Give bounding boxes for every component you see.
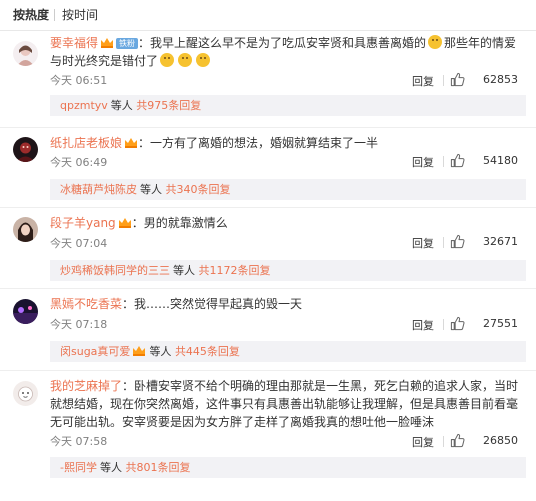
reply-button[interactable]: 回复 [412, 235, 434, 251]
sub-reply-user[interactable]: 冰糖葫芦炖陈皮 [60, 183, 137, 196]
avatar[interactable] [13, 137, 38, 162]
like-count: 26850 [483, 434, 518, 447]
candle-emoji-icon [178, 53, 193, 67]
sub-reply-user[interactable]: qpzmtyv [60, 99, 108, 112]
avatar[interactable] [13, 299, 38, 324]
sub-reply-count-link[interactable]: 共1172条回复 [199, 264, 271, 277]
avatar[interactable] [13, 381, 38, 406]
sub-replies-bar[interactable]: qpzmtyv 等人 共975条回复 [50, 95, 526, 116]
thumbs-up-icon [450, 234, 465, 249]
reply-button[interactable]: 回复 [412, 434, 434, 450]
sub-reply-label: 等人 [173, 264, 195, 277]
candle-emoji-icon [196, 53, 211, 67]
comment-username[interactable]: 我的芝麻掉了 [50, 379, 122, 393]
like-button[interactable]: 62853 [450, 72, 518, 88]
fan-badge: 铁粉 [116, 38, 139, 49]
vip-crown-icon [132, 342, 146, 356]
comment-time: 今天 07:58 [50, 435, 108, 448]
like-button[interactable]: 54180 [450, 153, 518, 169]
avatar[interactable] [13, 41, 38, 66]
sub-reply-count-link[interactable]: 共801条回复 [125, 461, 190, 474]
comment-username[interactable]: 要幸福得 [50, 36, 98, 50]
sub-replies-bar[interactable]: 冰糖葫芦炖陈皮 等人 共340条回复 [50, 179, 526, 200]
sub-replies-bar[interactable]: 闵suga真可爱 等人 共445条回复 [50, 341, 526, 362]
sort-by-time-tab[interactable]: 按时间 [62, 8, 98, 22]
comment-text: ：一方有了离婚的想法，婚姻就算结束了一半 [138, 136, 379, 150]
sub-reply-label: 等人 [149, 345, 172, 358]
reply-button[interactable]: 回复 [412, 73, 434, 89]
comment-content: 段子羊yang ：男的就靠激情么 [50, 214, 526, 232]
action-divider [443, 436, 444, 447]
comment-time: 今天 06:49 [50, 156, 108, 169]
comment-item: 我的芝麻掉了：卧槽安宰贤不给个明确的理由那就是一生黑，死乞白赖的追求人家，当时就… [0, 371, 536, 501]
comment-item: 段子羊yang ：男的就靠激情么 今天 07:04 回复 32671 炒鸡稀饭韩同… [0, 208, 536, 289]
comment-content: 要幸福得 铁粉 ：我早上醒这么早不是为了吃瓜安宰贤和具惠善离婚的 那些年的情爱与时光终… [50, 34, 526, 70]
comment-item: 要幸福得 铁粉 ：我早上醒这么早不是为了吃瓜安宰贤和具惠善离婚的 那些年的情爱与时光终… [0, 31, 536, 128]
comment-item: 黑嫣不吃香菜：我……突然觉得早起真的毁一天 今天 07:18 回复 27551 … [0, 289, 536, 371]
sub-reply-label: 等人 [140, 183, 162, 196]
comment-content: 纸扎店老板娘 ：一方有了离婚的想法，婚姻就算结束了一半 [50, 134, 526, 152]
sub-reply-count-link[interactable]: 共340条回复 [166, 183, 231, 196]
reply-button[interactable]: 回复 [412, 154, 434, 170]
action-divider [443, 237, 444, 248]
comment-text: ：我早上醒这么早不是为了吃瓜安宰贤和具惠善离婚的 [138, 36, 427, 50]
like-button[interactable]: 27551 [450, 316, 518, 332]
avatar[interactable] [13, 217, 38, 242]
sort-bar: 按热度 按时间 [0, 0, 536, 31]
comment-time: 今天 06:51 [50, 74, 108, 87]
sort-divider [54, 9, 55, 21]
sub-replies-bar[interactable]: 炒鸡稀饭韩同学的三三 等人 共1172条回复 [50, 260, 526, 281]
sub-reply-user[interactable]: 炒鸡稀饭韩同学的三三 [60, 264, 170, 277]
sub-reply-user[interactable]: 闵suga真可爱 [60, 345, 130, 358]
reply-button[interactable]: 回复 [412, 317, 434, 333]
like-button[interactable]: 26850 [450, 433, 518, 449]
vip-crown-icon [124, 135, 138, 148]
sub-reply-label: 等人 [110, 99, 133, 112]
sub-reply-count-link[interactable]: 共445条回复 [175, 345, 240, 358]
comment-content: 黑嫣不吃香菜：我……突然觉得早起真的毁一天 [50, 295, 526, 313]
comment-content: 我的芝麻掉了：卧槽安宰贤不给个明确的理由那就是一生黑，死乞白赖的追求人家，当时就… [50, 377, 526, 431]
comment-time: 今天 07:18 [50, 318, 108, 331]
thumbs-up-icon [450, 433, 465, 448]
comment-text: ：男的就靠激情么 [131, 216, 228, 230]
crying-emoji-icon [428, 35, 443, 49]
like-button[interactable]: 32671 [450, 234, 518, 250]
like-count: 32671 [483, 235, 518, 248]
thumbs-up-icon [450, 316, 465, 331]
like-count: 62853 [483, 73, 518, 86]
comment-text: ：我……突然觉得早起真的毁一天 [122, 297, 303, 311]
like-count: 54180 [483, 154, 518, 167]
action-divider [443, 319, 444, 330]
like-count: 27551 [483, 317, 518, 330]
action-divider [443, 75, 444, 86]
comment-item: 纸扎店老板娘 ：一方有了离婚的想法，婚姻就算结束了一半 今天 06:49 回复 5… [0, 128, 536, 208]
thumbs-up-icon [450, 153, 465, 168]
comment-username[interactable]: 纸扎店老板娘 [50, 136, 122, 150]
comment-time: 今天 07:04 [50, 237, 108, 250]
action-divider [443, 156, 444, 167]
sub-reply-user[interactable]: -熙同学 [60, 461, 97, 474]
thumbs-up-icon [450, 72, 465, 87]
vip-crown-icon [100, 35, 114, 48]
sort-by-hot-tab[interactable]: 按热度 [13, 8, 49, 22]
candle-emoji-icon [160, 53, 175, 67]
comment-username[interactable]: 段子羊yang [50, 216, 116, 230]
sub-reply-label: 等人 [99, 461, 122, 474]
vip-crown-icon [118, 215, 132, 228]
comment-username[interactable]: 黑嫣不吃香菜 [50, 297, 122, 311]
sub-reply-count-link[interactable]: 共975条回复 [136, 99, 201, 112]
sub-replies-bar[interactable]: -熙同学 等人 共801条回复 [50, 457, 526, 478]
